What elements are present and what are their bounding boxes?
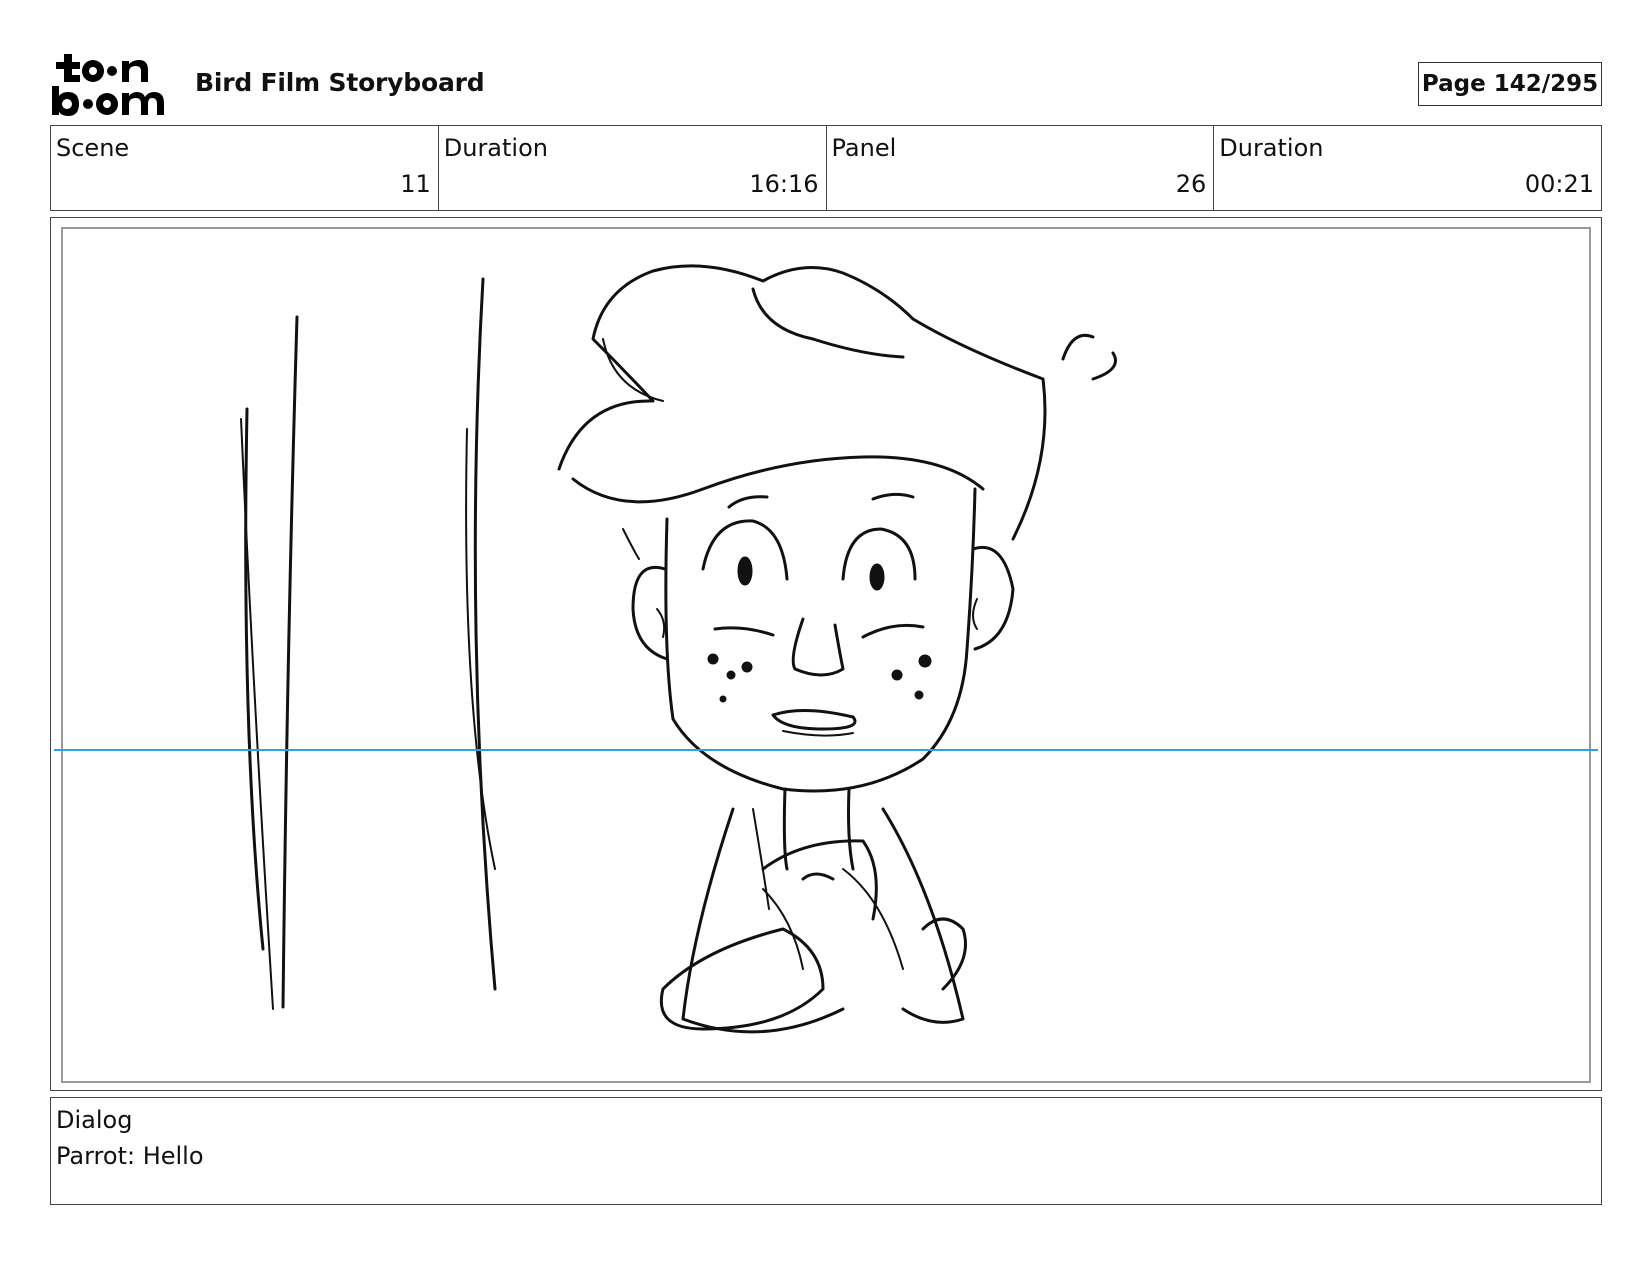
dialog-label: Dialog [56, 1106, 133, 1134]
horizon-guide-line [54, 749, 1598, 751]
boy-sketch-icon [240, 264, 1117, 1034]
scene-info-row: Scene 11 Duration 16:16 Panel 26 Duratio… [50, 125, 1602, 211]
document-title: Bird Film Storyboard [195, 68, 485, 97]
panel-duration-value: 00:21 [1524, 170, 1594, 198]
panel-duration-cell: Duration 00:21 [1214, 126, 1601, 210]
panel-value: 26 [1175, 170, 1207, 198]
scene-duration-label: Duration [443, 134, 548, 162]
panel-label: Panel [831, 134, 897, 162]
scene-value: 11 [400, 170, 431, 198]
scene-cell: Scene 11 [51, 126, 439, 210]
storyboard-panel-frame [50, 217, 1602, 1091]
panel-cell: Panel 26 [827, 126, 1215, 210]
scene-duration-value: 16:16 [749, 170, 819, 198]
scene-label: Scene [56, 134, 130, 162]
storyboard-panel-image [61, 227, 1591, 1083]
dialog-text: Parrot: Hello [56, 1142, 204, 1170]
toon-boom-logo-icon [52, 54, 164, 116]
scene-duration-cell: Duration 16:16 [439, 126, 827, 210]
dialog-box: Dialog Parrot: Hello [50, 1097, 1602, 1205]
panel-duration-label: Duration [1219, 134, 1324, 162]
page-indicator: Page 142/295 [1418, 62, 1602, 106]
